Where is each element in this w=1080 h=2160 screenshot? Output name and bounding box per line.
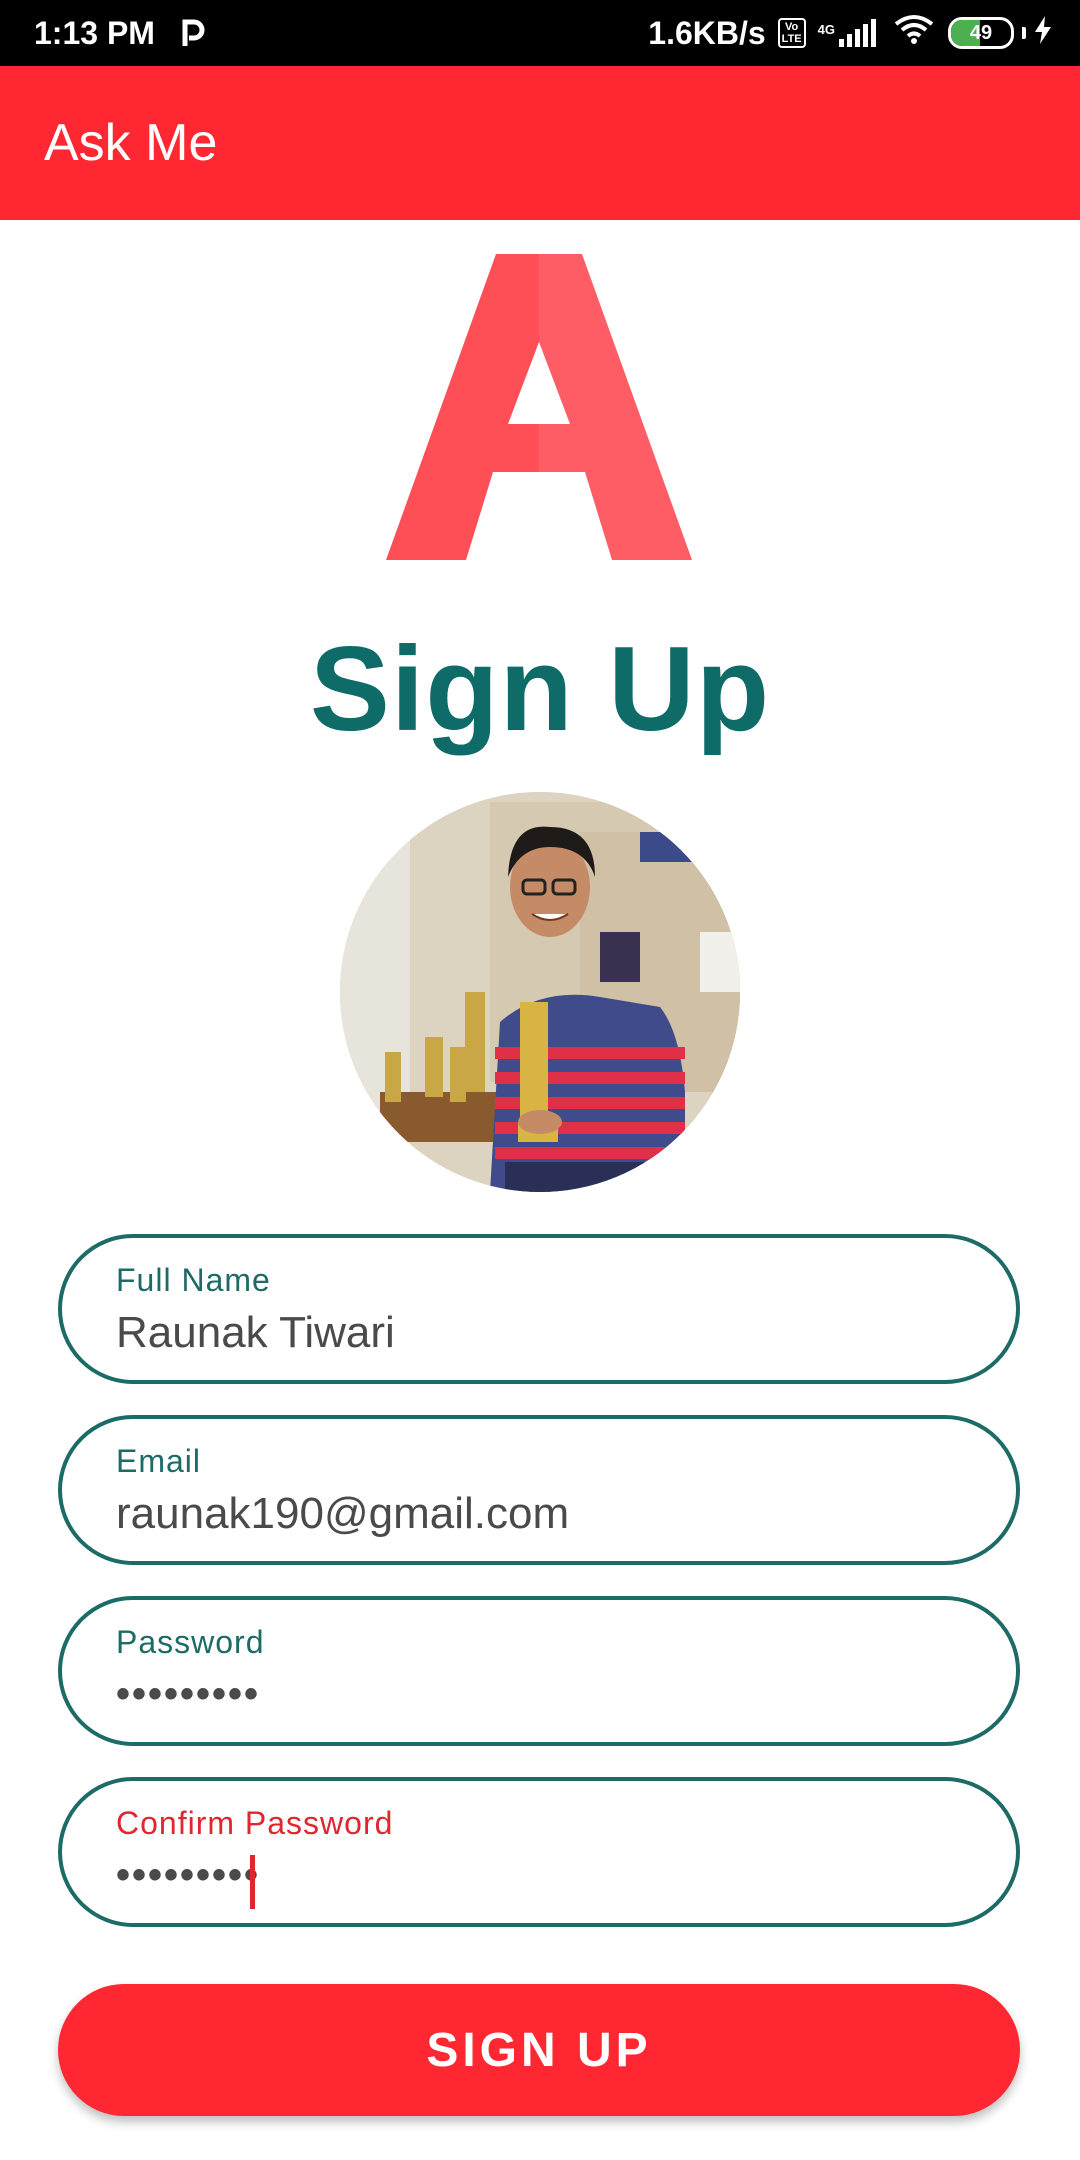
network-speed: 1.6KB/s [648,14,766,51]
wifi-icon [894,14,934,52]
password-field[interactable]: Password ••••••••• [58,1596,1020,1746]
password-label: Password [116,1624,265,1660]
email-field[interactable]: Email raunak190@gmail.com [58,1415,1020,1565]
profile-photo[interactable] [340,792,740,1192]
full-name-label: Full Name [116,1262,271,1298]
battery-level: 49 [969,21,993,44]
app-bar: Ask Me [0,66,1080,220]
page-title: Sign Up [309,622,771,756]
app-title: Ask Me [44,114,218,172]
status-bar-right: 1.6KB/s Vo LTE 4G 49 [648,14,1052,52]
status-time: 1:13 PM [34,14,155,51]
confirm-password-field[interactable]: Confirm Password ••••••••• [58,1777,1020,1927]
email-label: Email [116,1443,202,1479]
status-bar: 1:13 PM 1.6KB/s Vo LTE 4G 49 [0,0,1080,66]
confirm-password-label: Confirm Password [116,1805,394,1841]
signal-icon [839,19,876,47]
text-cursor [250,1855,255,1909]
volte-top: Vo [785,21,799,33]
password-input[interactable]: ••••••••• [116,1672,260,1717]
volte-bottom: LTE [781,33,802,45]
full-name-field[interactable]: Full Name Raunak Tiwari [58,1234,1020,1384]
logo-a-icon [386,254,692,560]
confirm-password-input[interactable]: ••••••••• [116,1853,260,1898]
volte-icon: Vo LTE [777,18,806,48]
battery-icon: 49 [948,17,1014,49]
status-bar-left: 1:13 PM [34,15,205,52]
email-input[interactable]: raunak190@gmail.com [116,1489,569,1539]
network-type: 4G [817,22,835,37]
sign-up-button[interactable]: SIGN UP [58,1984,1020,2116]
battery-tip [1022,27,1026,39]
full-name-input[interactable]: Raunak Tiwari [116,1308,395,1358]
charging-bolt-icon [1034,15,1052,52]
p-app-icon [181,18,205,48]
